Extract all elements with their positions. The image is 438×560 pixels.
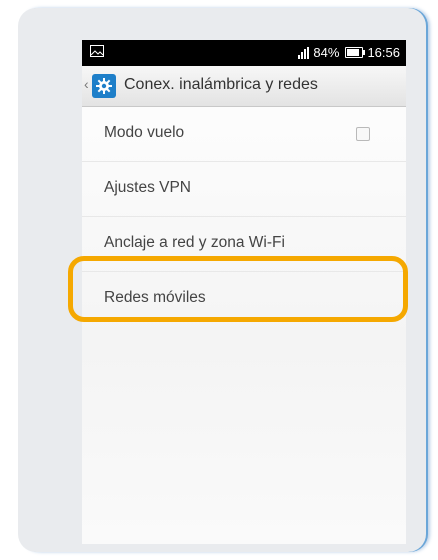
page-title: Conex. inalámbrica y redes (124, 76, 318, 93)
settings-item-label: Anclaje a red y zona Wi-Fi (104, 234, 285, 251)
status-right: 84% 16:56 (298, 45, 400, 60)
signal-bars-icon (298, 46, 310, 59)
action-bar: ‹ Conex. inalámbrica y redes (82, 66, 406, 107)
image-icon (90, 45, 104, 60)
settings-item-modo-vuelo[interactable]: Modo vuelo (82, 107, 406, 162)
status-bar: 84% 16:56 (82, 40, 406, 66)
settings-item-label: Modo vuelo (104, 124, 185, 141)
settings-item-ajustes-vpn[interactable]: Ajustes VPN (82, 162, 406, 217)
battery-icon (345, 47, 366, 58)
battery-percent: 84% (313, 45, 340, 60)
highlight-annotation (68, 256, 408, 322)
settings-item-label: Ajustes VPN (104, 179, 192, 196)
airplane-mode-checkbox[interactable] (356, 127, 370, 141)
status-time: 16:56 (367, 45, 400, 60)
back-chevron-icon[interactable]: ‹ (84, 76, 89, 92)
settings-gear-icon[interactable] (92, 74, 116, 98)
